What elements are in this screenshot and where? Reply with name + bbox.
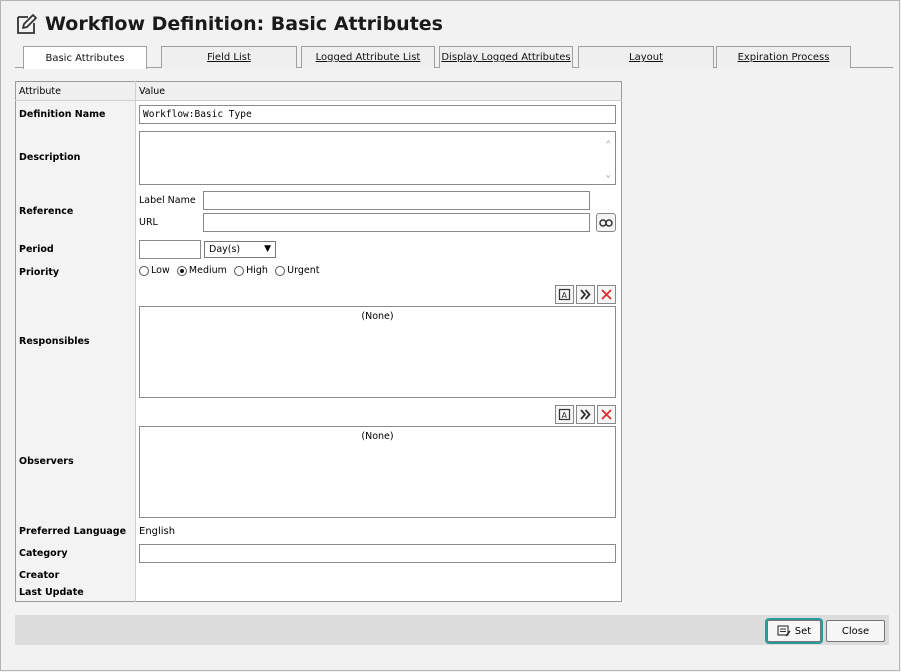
creator-value <box>135 566 622 585</box>
delete-x-icon <box>601 289 612 300</box>
tab-field-list[interactable]: Field List <box>161 46 297 68</box>
radio-selected-icon <box>176 265 187 276</box>
radio-icon <box>275 265 286 276</box>
address-book-button[interactable]: A <box>555 285 574 304</box>
priority-medium-label: Medium <box>188 265 227 277</box>
row-last-update: Last Update <box>15 584 622 602</box>
preferred-language-value: English <box>135 521 622 541</box>
label-name-input[interactable] <box>203 191 590 210</box>
definition-name-label: Definition Name <box>15 100 136 128</box>
tab-expiration-process[interactable]: Expiration Process <box>716 46 851 68</box>
link-button[interactable] <box>596 213 616 232</box>
period-input[interactable] <box>139 239 201 259</box>
responsibles-list[interactable]: (None) <box>139 306 616 398</box>
row-responsibles: Responsibles A (None) <box>15 281 622 402</box>
column-header-value: Value <box>135 81 622 101</box>
address-book-icon: A <box>558 288 571 301</box>
row-reference: Reference Label Name URL <box>15 187 622 236</box>
address-book-icon: A <box>558 408 571 421</box>
svg-text:A: A <box>562 411 568 420</box>
label-name-label: Label Name <box>139 195 196 206</box>
close-button-label: Close <box>841 625 870 637</box>
definition-name-input[interactable] <box>139 104 616 124</box>
url-input[interactable] <box>203 213 590 232</box>
preferred-language-label: Preferred Language <box>15 521 136 541</box>
row-observers: Observers A (None) <box>15 401 622 522</box>
priority-label: Priority <box>15 262 136 282</box>
row-period: Period Day(s) ▼ <box>15 235 622 263</box>
delete-x-icon <box>601 409 612 420</box>
priority-low-label: Low <box>151 265 170 277</box>
link-icon <box>599 218 613 227</box>
row-preferred-language: Preferred Language English <box>15 521 622 541</box>
tab-logged-attribute-list[interactable]: Logged Attribute List <box>301 46 435 68</box>
page-header: Workflow Definition: Basic Attributes <box>15 11 443 37</box>
row-description: Description ⌃ ⌄ <box>15 127 622 188</box>
observers-list[interactable]: (None) <box>139 426 616 518</box>
add-button[interactable] <box>576 285 595 304</box>
row-creator: Creator <box>15 566 622 585</box>
period-unit-select[interactable]: Day(s) ▼ <box>204 240 276 258</box>
radio-icon <box>234 265 245 276</box>
footer-bar: Set Close <box>15 615 889 645</box>
row-priority: Priority Low Medium High Urgent <box>15 262 622 282</box>
url-label: URL <box>139 217 158 228</box>
creator-label: Creator <box>15 566 136 585</box>
tab-bar: Basic Attributes Field List Logged Attri… <box>15 46 893 69</box>
column-header-attribute: Attribute <box>15 81 136 101</box>
remove-button[interactable] <box>597 285 616 304</box>
set-button[interactable]: Set <box>765 618 823 644</box>
priority-urgent-radio[interactable]: Urgent <box>275 265 319 276</box>
add-button[interactable] <box>576 405 595 424</box>
address-book-button[interactable]: A <box>555 405 574 424</box>
period-unit-value: Day(s) <box>209 243 241 255</box>
close-button[interactable]: Close <box>826 620 885 642</box>
double-chevron-right-icon <box>580 289 591 300</box>
priority-low-radio[interactable]: Low <box>139 265 170 276</box>
grid-header-row: Attribute Value <box>15 81 622 101</box>
page-title: Workflow Definition: Basic Attributes <box>45 13 443 35</box>
observers-label: Observers <box>15 401 136 522</box>
row-definition-name: Definition Name <box>15 100 622 128</box>
scroll-down-icon[interactable]: ⌄ <box>606 170 611 180</box>
set-button-label: Set <box>794 625 812 637</box>
priority-urgent-label: Urgent <box>287 265 320 277</box>
radio-icon <box>139 265 149 276</box>
row-category: Category <box>15 540 622 567</box>
category-label: Category <box>15 540 136 567</box>
attribute-grid: Attribute Value Definition Name Descript… <box>15 81 622 602</box>
priority-high-radio[interactable]: High <box>234 265 268 276</box>
observers-empty-text: (None) <box>361 431 394 442</box>
category-input[interactable] <box>139 544 616 563</box>
last-update-value <box>135 584 622 602</box>
tab-layout[interactable]: Layout <box>578 46 714 68</box>
priority-medium-radio[interactable]: Medium <box>176 265 227 277</box>
double-chevron-right-icon <box>580 409 591 420</box>
priority-high-label: High <box>246 265 268 277</box>
chevron-down-icon: ▼ <box>264 244 271 254</box>
set-icon <box>777 625 791 637</box>
reference-label: Reference <box>15 187 136 236</box>
description-textarea[interactable]: ⌃ ⌄ <box>139 130 616 185</box>
svg-text:A: A <box>562 291 568 300</box>
remove-button[interactable] <box>597 405 616 424</box>
period-label: Period <box>15 235 136 263</box>
edit-icon <box>17 14 37 34</box>
tab-display-logged-attributes[interactable]: Display Logged Attributes <box>439 46 573 68</box>
description-label: Description <box>15 127 136 188</box>
scroll-up-icon[interactable]: ⌃ <box>606 140 611 150</box>
last-update-label: Last Update <box>15 584 136 602</box>
tab-basic-attributes[interactable]: Basic Attributes <box>23 46 147 69</box>
window-frame: Workflow Definition: Basic Attributes Ba… <box>0 0 900 671</box>
responsibles-empty-text: (None) <box>361 311 394 322</box>
responsibles-label: Responsibles <box>15 281 136 402</box>
